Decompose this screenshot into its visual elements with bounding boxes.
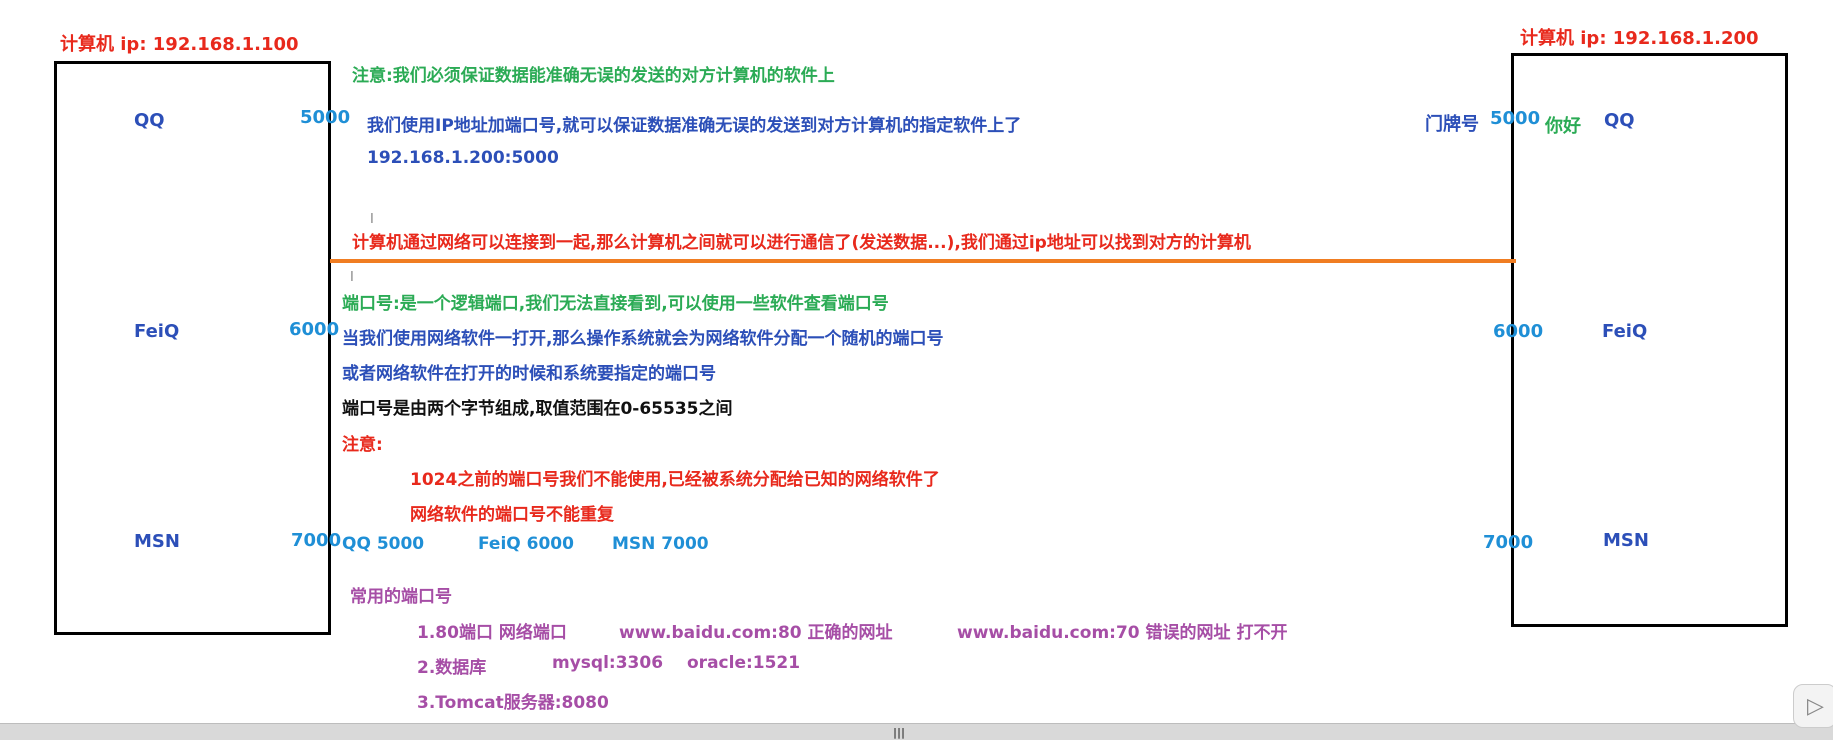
left-port-msn: 7000 <box>291 530 342 551</box>
right-app-msn: MSN <box>1603 530 1649 551</box>
play-button[interactable]: ▷ <box>1793 684 1833 728</box>
right-app-feiq: FeiQ <box>1602 321 1648 342</box>
greeting-text: 你好 <box>1545 116 1581 137</box>
left-app-qq: QQ <box>134 110 165 131</box>
port-definition: 端口号:是一个逻辑端口,我们无法直接看到,可以使用一些软件查看端口号 <box>342 294 889 314</box>
common-port-2-mysql: mysql:3306 <box>552 653 664 673</box>
right-host-box <box>1511 53 1788 627</box>
address-text: 192.168.1.200:5000 <box>367 148 559 168</box>
left-port-qq: 5000 <box>300 107 351 128</box>
note-1: 注意:我们必须保证数据能准确无误的发送的对方计算机的软件上 <box>352 66 835 86</box>
note-2: 我们使用IP地址加端口号,就可以保证数据准确无误的发送到对方计算机的指定软件上了 <box>367 116 1022 136</box>
msn-port-summary: MSN 7000 <box>612 534 709 554</box>
left-host-box <box>54 61 331 635</box>
right-port-feiq: 6000 <box>1493 321 1544 342</box>
play-icon: ▷ <box>1807 694 1824 719</box>
right-app-qq: QQ <box>1604 110 1635 131</box>
feiq-port-summary: FeiQ 6000 <box>478 534 574 554</box>
left-app-feiq: FeiQ <box>134 321 180 342</box>
common-port-1-label: 1.80端口 网络端口 <box>417 623 567 643</box>
left-port-feiq: 6000 <box>289 319 340 340</box>
network-connection-line <box>330 259 1516 263</box>
door-number-label: 门牌号 <box>1425 114 1479 135</box>
common-port-1-wrong: www.baidu.com:70 错误的网址 打不开 <box>957 623 1288 643</box>
network-line-text: 计算机通过网络可以连接到一起,那么计算机之间就可以进行通信了(发送数据...),… <box>352 233 1251 253</box>
common-port-2-label: 2.数据库 <box>417 658 487 678</box>
common-port-3: 3.Tomcat服务器:8080 <box>417 693 609 713</box>
port-range-text: 端口号是由两个字节组成,取值范围在0-65535之间 <box>342 399 733 419</box>
common-ports-title: 常用的端口号 <box>350 587 452 607</box>
text-cursor-icon-2: I <box>350 270 354 285</box>
drag-grip-icon[interactable]: ||| <box>893 726 905 739</box>
left-app-msn: MSN <box>134 531 180 552</box>
right-port-qq: 5000 <box>1490 108 1541 129</box>
qq-port-summary: QQ 5000 <box>342 534 425 554</box>
attention-label: 注意: <box>342 435 383 455</box>
common-port-1-correct: www.baidu.com:80 正确的网址 <box>619 623 893 643</box>
text-cursor-icon: I <box>370 212 374 227</box>
left-host-title: 计算机 ip: 192.168.1.100 <box>60 34 299 55</box>
right-host-title: 计算机 ip: 192.168.1.200 <box>1520 28 1759 49</box>
port-random-text: 当我们使用网络软件一打开,那么操作系统就会为网络软件分配一个随机的端口号 <box>342 329 944 349</box>
player-control-bar[interactable] <box>0 723 1833 740</box>
attention-item-1: 1024之前的端口号我们不能使用,已经被系统分配给已知的网络软件了 <box>410 470 940 490</box>
right-port-msn: 7000 <box>1483 532 1534 553</box>
port-specify-text: 或者网络软件在打开的时候和系统要指定的端口号 <box>342 364 716 384</box>
attention-item-2: 网络软件的端口号不能重复 <box>410 505 614 525</box>
common-port-2-oracle: oracle:1521 <box>687 653 801 673</box>
